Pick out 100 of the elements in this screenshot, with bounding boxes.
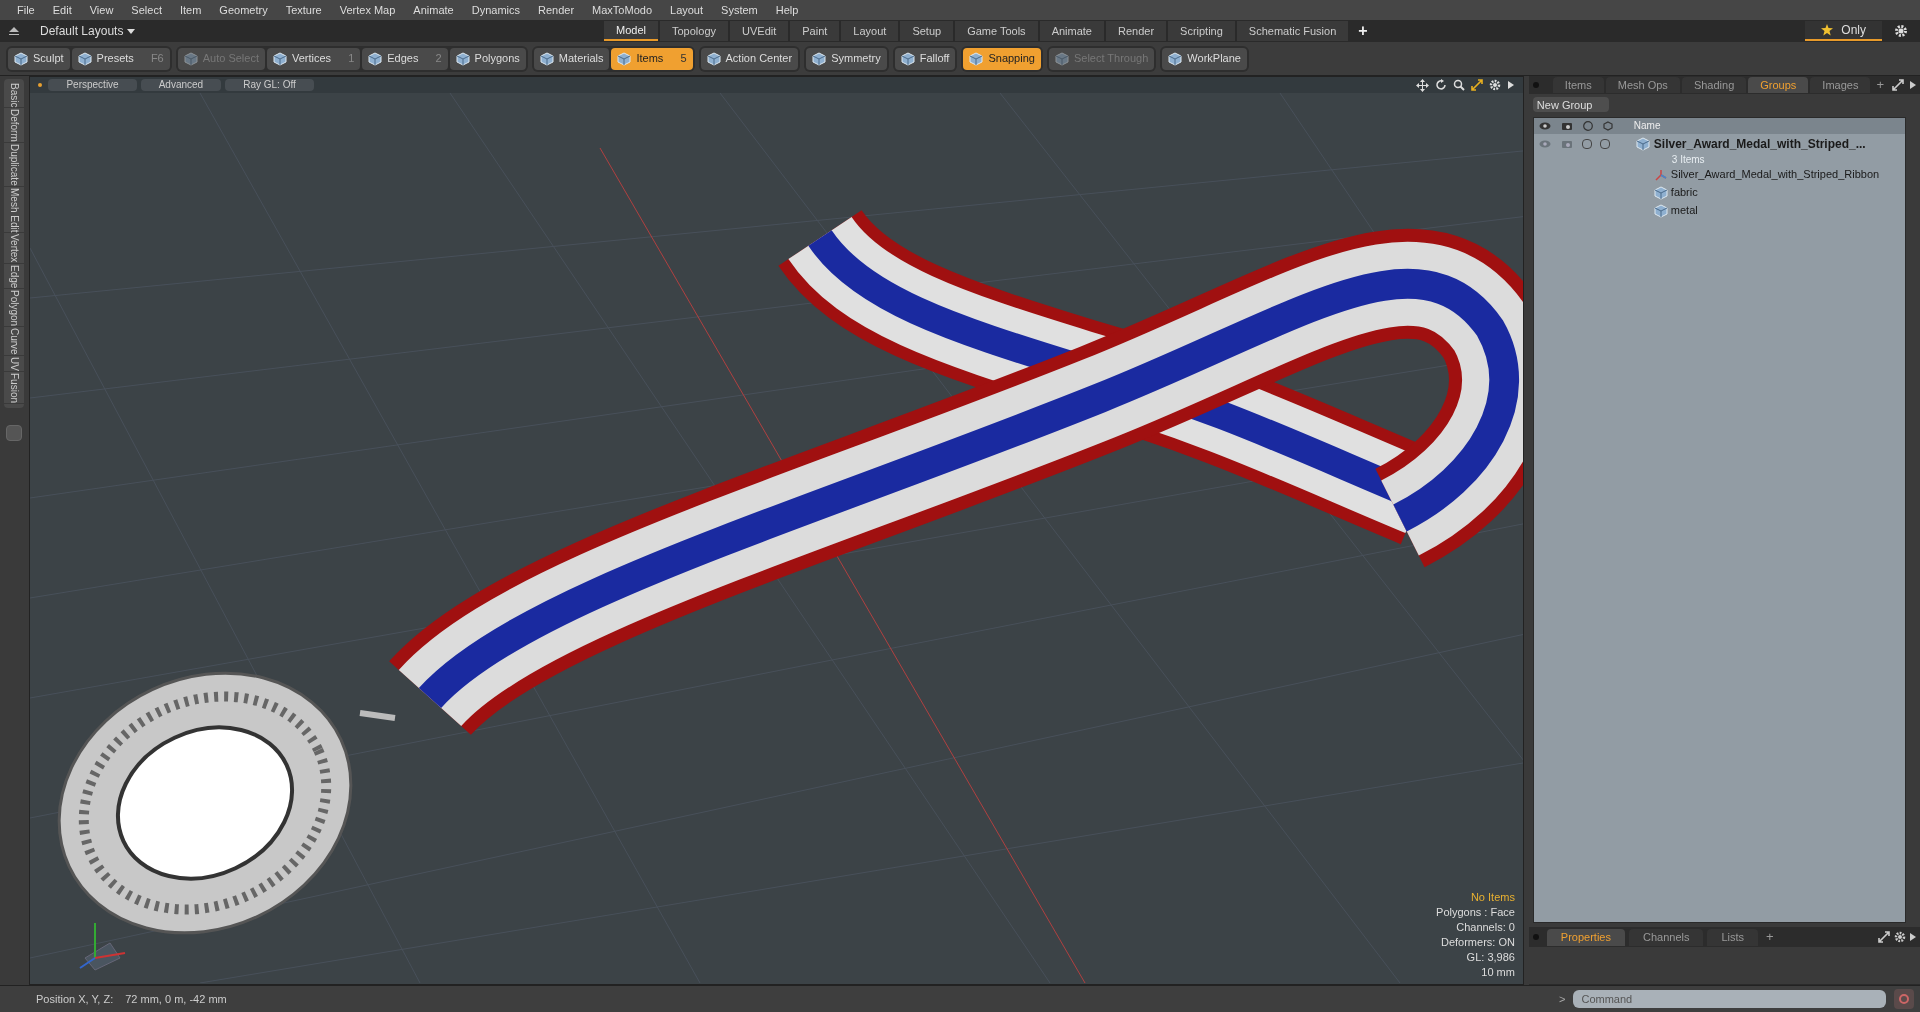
tool-button[interactable]: Falloff — [894, 47, 956, 70]
add-tab-button[interactable]: + — [1350, 19, 1376, 43]
settings-icon[interactable] — [1488, 79, 1501, 91]
menu-item[interactable]: Geometry — [210, 1, 277, 19]
menu-item[interactable]: Item — [170, 1, 211, 19]
layout-tab[interactable]: Game Tools — [955, 21, 1038, 41]
rotate-icon[interactable] — [1434, 79, 1447, 91]
add-tab-button[interactable]: + — [1762, 927, 1778, 947]
panel-tab[interactable]: Groups — [1748, 77, 1809, 93]
menu-item[interactable]: Texture — [276, 1, 331, 19]
play-icon[interactable] — [1910, 81, 1916, 89]
menu-item[interactable]: Select — [122, 1, 171, 19]
viewport-option[interactable]: Perspective — [48, 79, 137, 91]
side-tab[interactable]: Polygon — [0, 290, 27, 328]
menu-item[interactable]: View — [80, 1, 123, 19]
layout-tab[interactable]: Setup — [900, 21, 954, 41]
maximize-icon[interactable] — [1470, 79, 1483, 91]
viewport[interactable]: Perspective Advanced Ray GL: Off No Items Polygons : Face Channels: 0 Deformers: ON GL: 3,986 10 mm — [29, 76, 1524, 985]
cube-icon[interactable] — [1602, 120, 1613, 131]
move-icon[interactable] — [1415, 78, 1429, 92]
panel-tab[interactable]: Shading — [1681, 77, 1747, 93]
cube-icon — [455, 51, 470, 66]
checkbox[interactable] — [1599, 138, 1610, 149]
settings-icon[interactable] — [1894, 24, 1908, 38]
record-button[interactable] — [1894, 989, 1914, 1009]
menu-item[interactable]: Dynamics — [462, 1, 529, 19]
layout-tab[interactable]: Schematic Fusion — [1236, 21, 1349, 41]
layout-tab[interactable]: Animate — [1039, 21, 1104, 41]
tool-button[interactable]: Symmetry — [806, 47, 887, 70]
add-tab-button[interactable]: + — [1872, 75, 1888, 95]
menu-item[interactable]: Animate — [404, 1, 463, 19]
only-button[interactable]: Only — [1805, 21, 1882, 41]
checkbox[interactable] — [1581, 138, 1592, 149]
tool-button[interactable]: Edges 2 — [362, 47, 448, 70]
panel-tab[interactable]: Mesh Ops — [1605, 77, 1680, 93]
layout-tab[interactable]: Layout — [841, 21, 899, 41]
side-tab[interactable]: UV — [0, 356, 27, 372]
cube-icon — [617, 51, 632, 66]
layout-tab[interactable]: Model — [604, 21, 658, 41]
tool-button[interactable]: Snapping — [963, 47, 1041, 70]
tool-button[interactable]: Action Center — [700, 47, 799, 70]
tool-button[interactable]: Items 5 — [611, 47, 693, 70]
zoom-icon[interactable] — [1452, 79, 1465, 91]
eye-icon[interactable] — [1538, 120, 1551, 131]
panel-tab[interactable]: Lists — [1707, 928, 1759, 946]
settings-icon[interactable] — [1894, 931, 1906, 943]
panel-tab[interactable]: Properties — [1546, 928, 1625, 946]
side-tab[interactable]: Curve — [0, 328, 27, 356]
play-icon[interactable] — [1910, 933, 1916, 941]
layout-selector[interactable]: Default Layouts — [28, 22, 148, 40]
menu-item[interactable]: MaxToModo — [583, 1, 661, 19]
tree-item[interactable]: metal — [1670, 202, 1698, 219]
info-text: No Items — [1470, 890, 1515, 905]
tool-button[interactable]: Vertices 1 — [267, 47, 361, 70]
viewport-option[interactable]: Advanced — [140, 79, 222, 91]
panel-tab[interactable]: Channels — [1628, 928, 1704, 946]
info-text: GL: 3,986 — [1466, 950, 1515, 965]
menu-item[interactable]: Layout — [661, 1, 713, 19]
maximize-icon[interactable] — [1892, 79, 1904, 91]
side-tab[interactable]: Duplicate — [0, 144, 27, 187]
side-tab[interactable]: Deform — [0, 109, 27, 144]
panel-tab[interactable]: Images — [1810, 77, 1871, 93]
tree-item[interactable]: fabric — [1670, 184, 1698, 201]
cube-icon — [1635, 136, 1650, 151]
cube-icon — [1054, 51, 1069, 66]
panel-tab[interactable]: Items — [1552, 77, 1604, 93]
cube-icon — [183, 51, 198, 66]
menu-item[interactable]: Help — [766, 1, 808, 19]
camera-icon[interactable] — [1560, 120, 1573, 131]
tool-button[interactable]: Presets F6 — [71, 47, 170, 70]
tool-button[interactable]: Materials — [533, 47, 610, 70]
side-tab[interactable]: Basic — [0, 83, 27, 109]
tool-button[interactable]: Polygons — [449, 47, 526, 70]
side-tab[interactable]: Mesh Edit — [0, 187, 27, 234]
collapse-icon[interactable] — [8, 26, 20, 36]
menu-item[interactable]: Vertex Map — [330, 1, 405, 19]
layout-tab[interactable]: UVEdit — [730, 21, 789, 41]
tool-button[interactable]: WorkPlane — [1162, 47, 1247, 70]
menu-item[interactable]: System — [712, 1, 767, 19]
info-text: Polygons : Face — [1436, 905, 1515, 920]
cube-icon — [77, 51, 92, 66]
maximize-icon[interactable] — [1878, 931, 1890, 943]
group-name[interactable]: Silver_Award_Medal_with_Striped_... — [1653, 134, 1866, 153]
new-group-button[interactable]: New Group — [1532, 97, 1609, 112]
side-tab[interactable]: Fusion — [0, 372, 27, 404]
menu-item[interactable]: Edit — [43, 1, 81, 19]
tool-button[interactable]: Sculpt — [8, 47, 70, 70]
layout-tab[interactable]: Scripting — [1168, 21, 1235, 41]
play-icon[interactable] — [1506, 80, 1515, 90]
viewport-option[interactable]: Ray GL: Off — [225, 79, 314, 91]
cube-icon — [368, 51, 383, 66]
layout-tab[interactable]: Render — [1106, 21, 1167, 41]
side-tab[interactable]: Vertex — [0, 234, 27, 264]
layout-tab[interactable]: Paint — [790, 21, 840, 41]
command-field[interactable]: Command — [1573, 990, 1886, 1008]
tree-item[interactable]: Silver_Award_Medal_with_Striped_Ribbon — [1670, 166, 1880, 183]
menu-item[interactable]: Render — [529, 1, 584, 19]
side-tab[interactable]: Edge — [0, 264, 27, 290]
layout-tab[interactable]: Topology — [659, 21, 728, 41]
menu-item[interactable]: File — [8, 1, 44, 19]
